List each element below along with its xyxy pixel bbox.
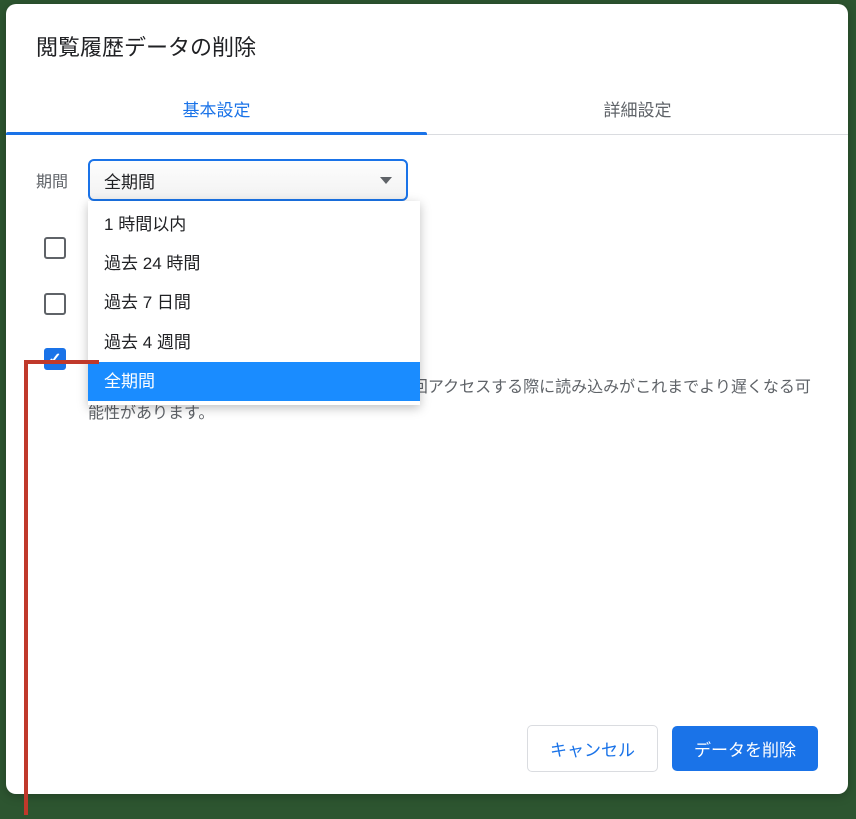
time-range-dropdown: 1 時間以内 過去 24 時間 過去 7 日間 過去 4 週間 全期間 [88, 201, 420, 405]
annotation-line-vertical [24, 360, 28, 815]
checkbox-cookies[interactable] [44, 293, 66, 315]
clear-data-button[interactable]: データを削除 [672, 726, 818, 771]
dialog-body: 期間 全期間 1 時間以内 過去 24 時間 過去 7 日間 過去 4 週間 全… [6, 135, 848, 707]
cancel-button[interactable]: キャンセル [527, 725, 658, 772]
tab-bar: 基本設定 詳細設定 [6, 82, 848, 135]
annotation-line-horizontal [24, 360, 99, 364]
chevron-down-icon [380, 177, 392, 184]
time-option-24h[interactable]: 過去 24 時間 [88, 244, 420, 283]
time-range-select[interactable]: 全期間 [88, 159, 408, 201]
time-option-4w[interactable]: 過去 4 週間 [88, 323, 420, 362]
time-range-label: 期間 [36, 168, 68, 192]
time-option-1h[interactable]: 1 時間以内 [88, 205, 420, 244]
tab-basic[interactable]: 基本設定 [6, 82, 427, 134]
tab-advanced[interactable]: 詳細設定 [427, 82, 848, 134]
clear-browsing-data-dialog: 閲覧履歴データの削除 基本設定 詳細設定 期間 全期間 1 時間以内 過去 24… [6, 4, 848, 794]
dialog-title: 閲覧履歴データの削除 [6, 4, 848, 82]
dialog-footer: キャンセル データを削除 [6, 707, 848, 794]
time-option-7d[interactable]: 過去 7 日間 [88, 283, 420, 322]
time-range-selected-value: 全期間 [104, 168, 155, 193]
checkbox-browsing-history[interactable] [44, 237, 66, 259]
time-option-all[interactable]: 全期間 [88, 362, 420, 401]
time-range-row: 期間 全期間 1 時間以内 過去 24 時間 過去 7 日間 過去 4 週間 全… [36, 159, 818, 201]
time-range-select-wrap: 全期間 1 時間以内 過去 24 時間 過去 7 日間 過去 4 週間 全期間 [88, 159, 408, 201]
